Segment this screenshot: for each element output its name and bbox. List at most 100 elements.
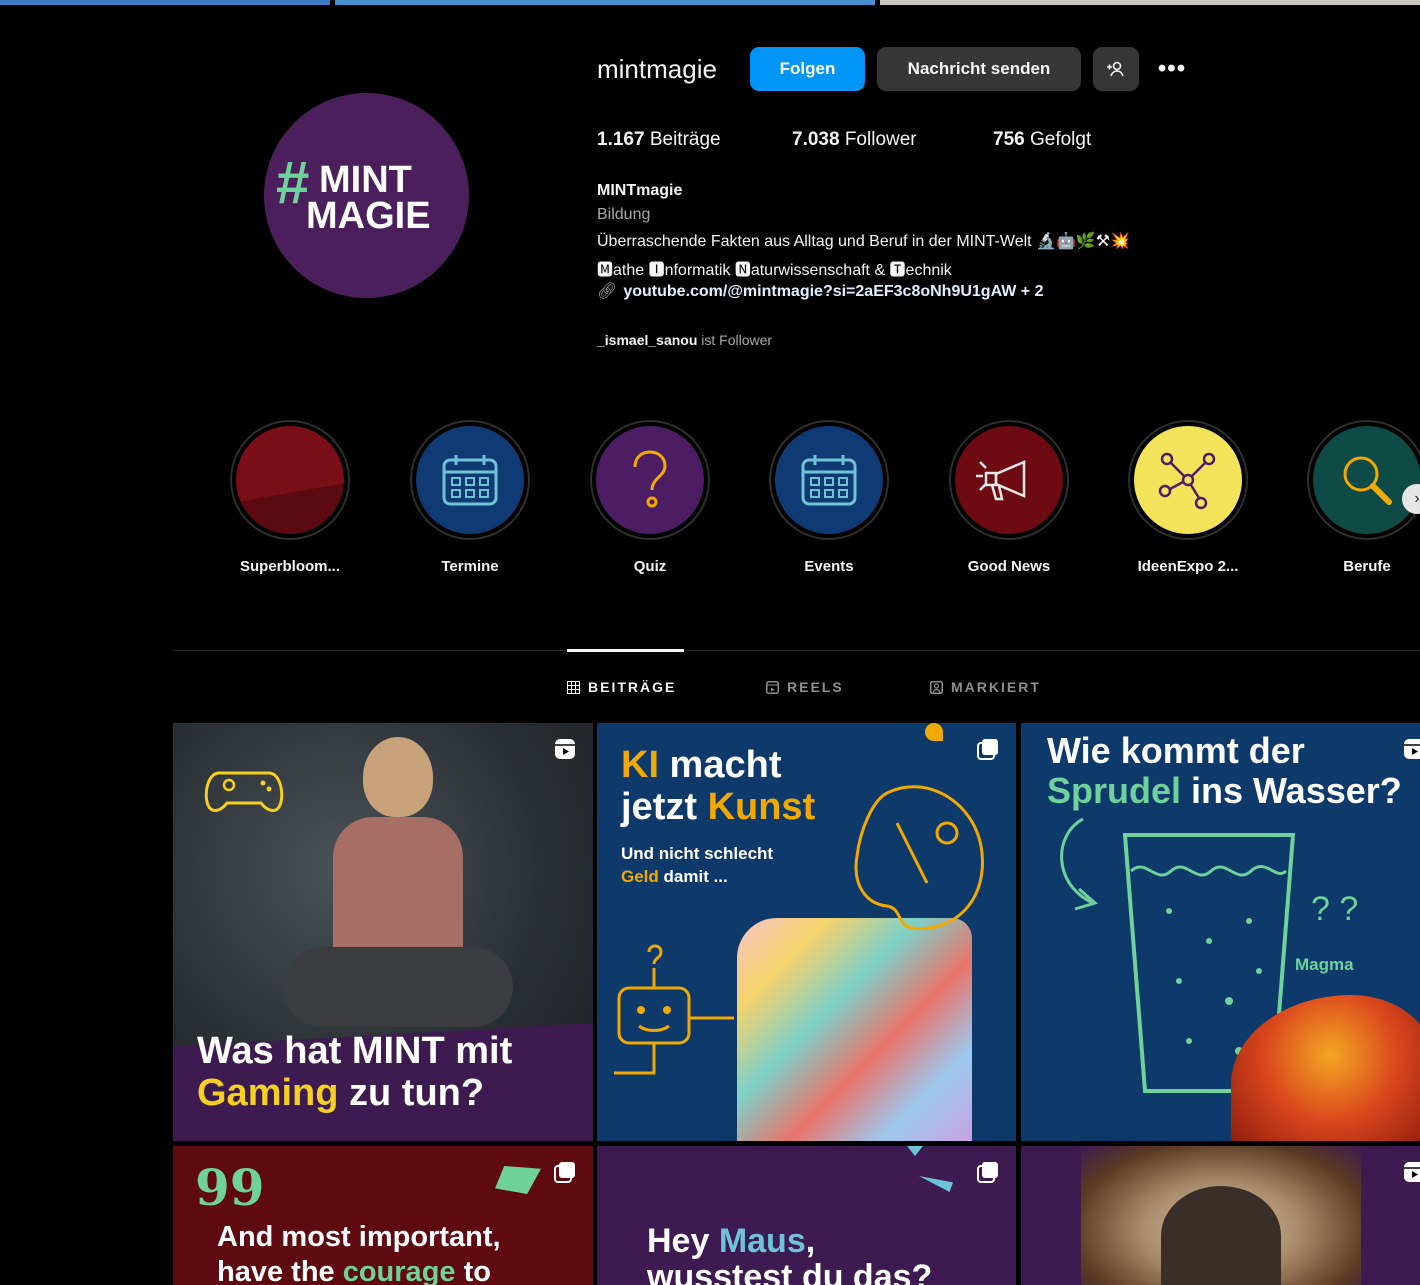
reel-icon [555, 739, 575, 759]
post-ki-subtitle: Und nicht schlecht Geld damit ... [621, 843, 773, 889]
post-courage-line2-a: have the [217, 1255, 343, 1285]
reels-icon [766, 680, 779, 694]
posts-count: 1.167 [597, 129, 645, 150]
pug-face [1161, 1186, 1281, 1285]
calendar-icon [801, 455, 857, 506]
tab-reels[interactable]: REELS [766, 679, 844, 695]
highlight-events[interactable]: Events [759, 420, 899, 575]
post-sprudel[interactable]: Wie kommt der Sprudel ins Wasser? ? ? Ma… [1021, 723, 1420, 1141]
highlight-label: Termine [441, 558, 499, 575]
molecule-icon [1158, 452, 1216, 510]
followed-by[interactable]: _ismael_sanou ist Follower [597, 332, 772, 348]
following-label: Gefolgt [1029, 129, 1092, 150]
tab-posts-label: BEITRÄGE [588, 679, 677, 695]
magnifier-icon [1343, 456, 1392, 505]
post-maus-highlight: Maus [718, 1222, 806, 1260]
bio-category: Bildung [597, 206, 651, 223]
followers-label: Follower [844, 129, 917, 150]
palette-drawing [854, 785, 984, 931]
post-sprudel-title: Wie kommt der Sprudel ins Wasser? [1047, 731, 1402, 810]
post-ki-line1-rest: macht [659, 744, 782, 786]
more-options-icon[interactable]: ••• [1156, 50, 1188, 88]
active-tab-indicator [567, 649, 684, 652]
post-kunst-highlight: Kunst [707, 785, 816, 828]
highlight-label: Superbloom... [239, 558, 340, 575]
post-maus-line1: Hey Maus, [647, 1222, 932, 1260]
post-maus-line2: wusstest du das? [647, 1257, 933, 1285]
posts-label: Beiträge [649, 129, 721, 150]
post-gaming-line2-rest: zu tun? [338, 1071, 485, 1114]
question-mark-icon [633, 450, 667, 508]
post-ki-highlight: KI [621, 744, 659, 786]
carousel-icon [554, 1162, 575, 1183]
highlight-good-news[interactable]: Good News [939, 420, 1079, 575]
tagged-icon [930, 680, 943, 694]
bio-link[interactable]: 🔗︎ youtube.com/@mintmagie?si=2aEF3c8oNh9U… [597, 281, 1043, 301]
post-sprudel-line2: Sprudel ins Wasser? [1047, 769, 1402, 811]
posts-stat: 1.167 Beiträge [597, 129, 721, 151]
follow-button[interactable]: Folgen [750, 47, 865, 91]
followers-stat[interactable]: 7.038 Follower [792, 129, 917, 151]
highlight-label: Events [804, 558, 854, 575]
followed-by-suffix: ist Follower [701, 332, 773, 348]
post-pug[interactable] [1021, 1146, 1420, 1285]
tab-posts[interactable]: BEITRÄGE [567, 679, 676, 695]
avatar-hash: # [276, 149, 310, 216]
post-sprudel-line1: Wie kommt der [1047, 730, 1305, 771]
highlight-termine[interactable]: Termine [400, 420, 540, 575]
post-courage-highlight: courage [342, 1255, 456, 1285]
megaphone-icon [976, 460, 1026, 501]
cursor-shape [925, 723, 943, 741]
link-icon: 🔗︎ [597, 283, 618, 300]
profile-avatar[interactable]: # MINT MAGIE [264, 93, 469, 298]
post-courage-line2-c: to [455, 1255, 491, 1285]
bio-link-text: youtube.com/@mintmagie?si=2aEF3c8oNh9U1g… [623, 283, 1044, 300]
post-gaming-highlight: Gaming [197, 1071, 339, 1114]
quote-marks: 99 [195, 1158, 265, 1217]
person-figure [283, 737, 513, 1037]
suggest-accounts-button[interactable] [1093, 47, 1139, 91]
following-count: 756 [993, 129, 1025, 150]
highlight-ideenexpo[interactable]: IdeenExpo 2... [1118, 420, 1258, 575]
followers-count: 7.038 [792, 129, 840, 150]
post-courage-line2: have the courage to [217, 1255, 501, 1285]
highlight-label: IdeenExpo 2... [1137, 558, 1239, 575]
magma-label: Magma [1295, 955, 1354, 974]
blue-wedge-shape [919, 1176, 953, 1192]
post-maus-title: Hey Maus, wusstest du das? [647, 1222, 933, 1285]
highlight-label: Quiz [633, 558, 667, 575]
highlight-label: Berufe [1343, 558, 1391, 575]
colorful-painting [737, 918, 972, 1141]
followed-by-user: _ismael_sanou [597, 332, 698, 348]
post-ki-sub2-rest: damit ... [658, 866, 728, 886]
highlight-quiz[interactable]: Quiz [580, 420, 720, 575]
browser-top-strip [0, 0, 1420, 5]
reel-icon [1404, 739, 1420, 759]
highlight-superbloom[interactable]: Superbloom... [220, 420, 360, 575]
post-ki-title: KI macht jetzt Kunst [621, 744, 816, 829]
post-ki-sub2: Geld damit ... [621, 866, 773, 889]
post-sprudel-highlight: Sprudel [1047, 769, 1182, 811]
post-gaming[interactable]: Was hat MINT mit Gaming zu tun? [173, 723, 593, 1141]
send-message-button[interactable]: Nachricht senden [877, 47, 1081, 91]
post-courage-line1: And most important, [217, 1221, 501, 1253]
post-gaming-line2: Gaming zu tun? [197, 1071, 512, 1115]
tabs-divider [173, 650, 1420, 651]
blue-triangle-shape [907, 1146, 923, 1156]
profile-username: mintmagie [597, 54, 717, 84]
post-maus[interactable]: Hey Maus, wusstest du das? [597, 1146, 1016, 1285]
post-ki-line2: jetzt Kunst [621, 785, 816, 829]
carousel-icon [977, 739, 998, 760]
post-maus-hey: Hey [647, 1222, 719, 1260]
question-marks: ? ? [1311, 890, 1359, 928]
reel-icon [1404, 1162, 1420, 1182]
avatar-line1: MINT [319, 159, 412, 201]
post-courage[interactable]: 99 And most important, have the courage … [173, 1146, 593, 1285]
tab-tagged[interactable]: MARKIERT [930, 679, 1041, 695]
post-ki-sub1: Und nicht schlecht [621, 844, 774, 863]
bio-line-2: 🅼athe 🅸nformatik 🅽aturwissenschaft & 🆃ec… [597, 262, 952, 279]
following-stat[interactable]: 756 Gefolgt [993, 129, 1091, 151]
robot-drawing [614, 944, 734, 1075]
post-ki-kunst[interactable]: KI macht jetzt Kunst Und nicht schlecht … [597, 723, 1016, 1141]
post-sprudel-line2-rest: ins Wasser? [1181, 769, 1402, 811]
